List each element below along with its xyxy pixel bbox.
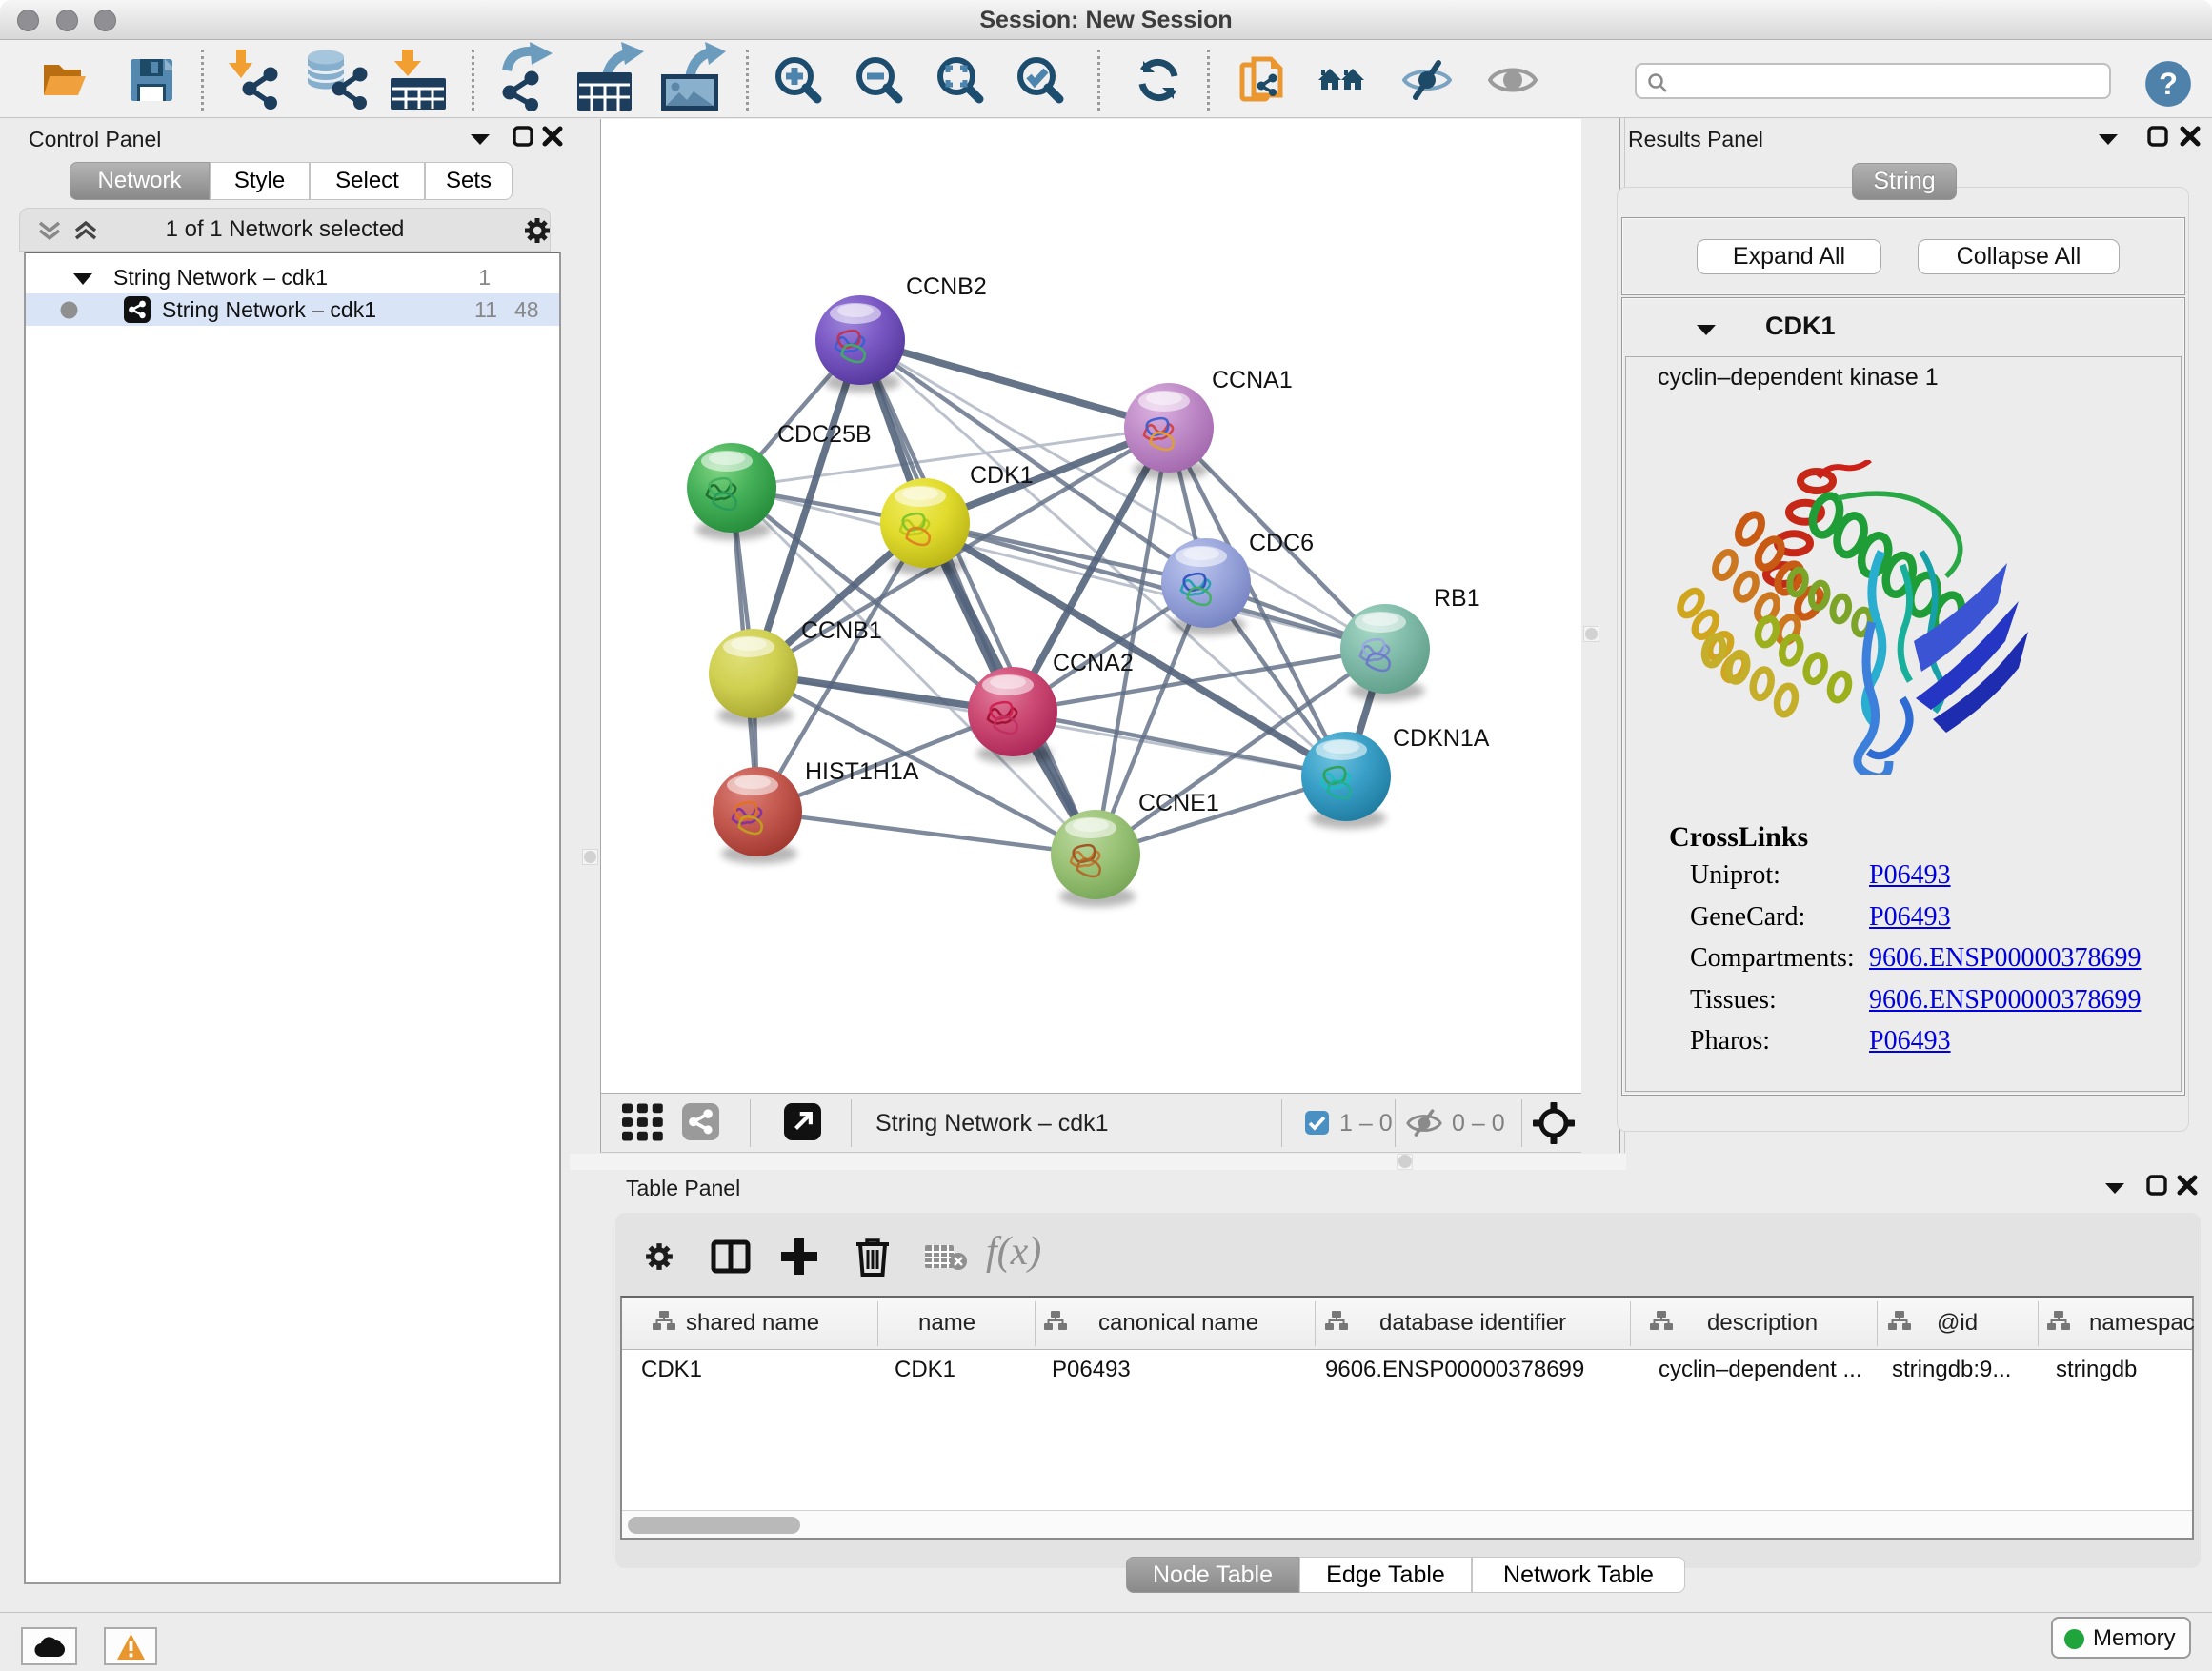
svg-text:CDC25B: CDC25B [777,421,872,448]
svg-text:HIST1H1A: HIST1H1A [805,758,919,785]
svg-text:RB1: RB1 [1434,585,1480,612]
svg-text:CCNB2: CCNB2 [906,273,987,300]
svg-text:CDC6: CDC6 [1249,530,1314,556]
svg-text:CCNA1: CCNA1 [1212,367,1293,393]
svg-text:?: ? [2159,67,2178,101]
svg-text:CCNB1: CCNB1 [801,617,882,644]
svg-text:CCNA2: CCNA2 [1053,650,1134,676]
svg-text:CDKN1A: CDKN1A [1393,725,1490,752]
svg-text:CDK1: CDK1 [970,462,1034,489]
svg-text:CCNE1: CCNE1 [1138,790,1219,816]
